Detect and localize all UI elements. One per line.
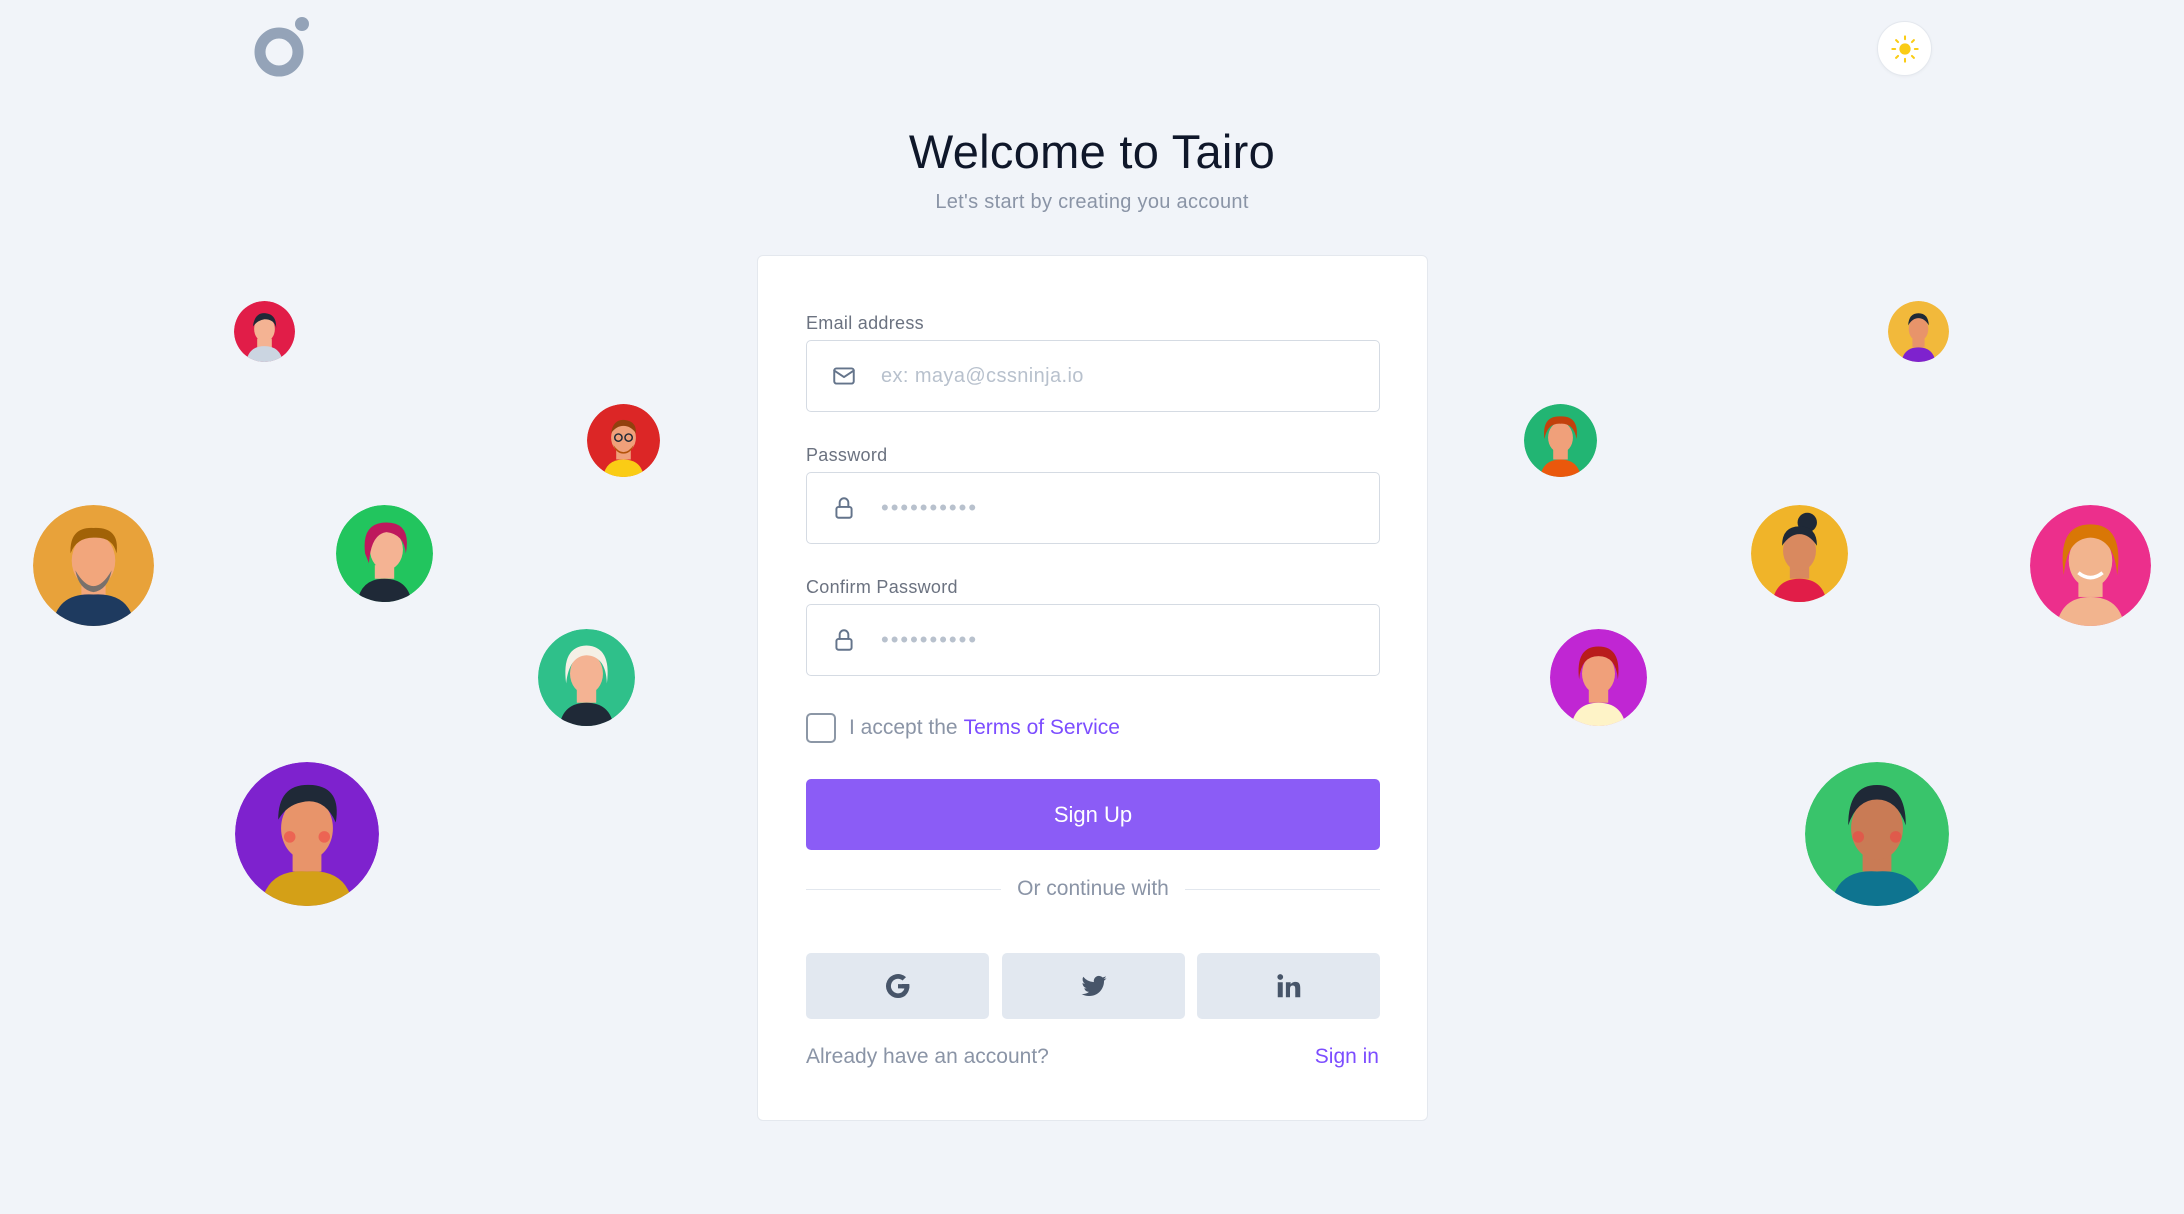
twitter-icon — [1081, 975, 1106, 997]
email-placeholder: ex: maya@cssninja.io — [881, 364, 1084, 387]
avatar — [538, 629, 635, 726]
tairo-logo-icon[interactable] — [249, 16, 311, 78]
signup-card: Email address ex: maya@cssninja.io Passw… — [757, 255, 1428, 1121]
google-login-button[interactable] — [806, 953, 989, 1019]
avatar — [1524, 404, 1597, 477]
terms-row: I accept the Terms of Service — [806, 713, 1120, 743]
mail-icon — [829, 361, 859, 391]
theme-toggle-button[interactable] — [1877, 21, 1932, 76]
avatar — [1805, 762, 1949, 906]
password-label: Password — [806, 445, 888, 465]
sign-up-button[interactable]: Sign Up — [806, 779, 1380, 850]
sign-in-link[interactable]: Sign in — [1315, 1045, 1379, 1069]
avatar — [1888, 301, 1949, 362]
divider-line — [1184, 888, 1380, 890]
email-label: Email address — [806, 313, 924, 333]
terms-text: I accept the — [849, 716, 958, 739]
signup-page: Welcome to Tairo Let's start by creating… — [0, 0, 2184, 1214]
page-title: Welcome to Tairo — [908, 125, 1276, 178]
email-field[interactable]: ex: maya@cssninja.io — [806, 340, 1380, 412]
sun-icon — [1890, 34, 1919, 63]
avatar — [234, 301, 295, 362]
confirm-password-field[interactable]: •••••••••• — [806, 604, 1380, 676]
avatar — [1751, 505, 1848, 602]
avatar — [1550, 629, 1647, 726]
linkedin-login-button[interactable] — [1197, 953, 1380, 1019]
avatar — [587, 404, 660, 477]
password-placeholder: •••••••••• — [881, 495, 979, 520]
linkedin-icon — [1276, 974, 1300, 998]
have-account-text: Already have an account? — [806, 1045, 1049, 1068]
avatar — [235, 762, 379, 906]
avatar — [2030, 505, 2151, 626]
avatar — [33, 505, 154, 626]
divider-line — [806, 888, 1002, 890]
google-icon — [885, 974, 909, 998]
confirm-password-label: Confirm Password — [806, 577, 958, 597]
terms-checkbox[interactable] — [806, 713, 836, 743]
avatar — [336, 505, 433, 602]
page-subtitle: Let's start by creating you account — [935, 191, 1249, 213]
lock-icon — [829, 493, 859, 523]
password-field[interactable]: •••••••••• — [806, 472, 1380, 544]
divider-text: Or continue with — [1017, 877, 1169, 900]
lock-icon — [829, 625, 859, 655]
twitter-login-button[interactable] — [1002, 953, 1185, 1019]
confirm-password-placeholder: •••••••••• — [881, 627, 979, 652]
terms-of-service-link[interactable]: Terms of Service — [964, 716, 1120, 740]
